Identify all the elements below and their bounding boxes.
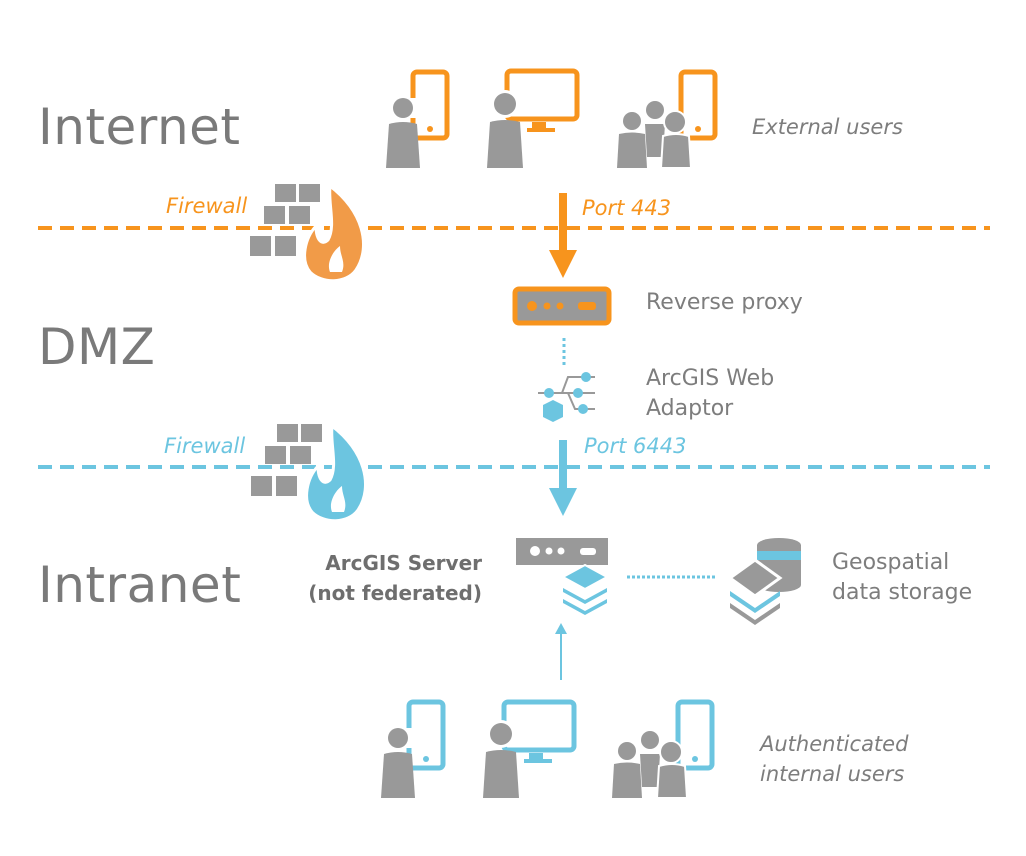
storage-label-line1: Geospatial	[832, 550, 950, 575]
arcgis-server-label-line2: (not federated)	[308, 581, 482, 605]
web-adaptor-label-line2: Adaptor	[646, 396, 734, 421]
internal-users-label-line2: internal users	[760, 762, 905, 786]
external-desktop-user-icon	[487, 68, 580, 168]
external-mobile-user-icon	[386, 69, 450, 168]
firewall-external-icon	[250, 183, 365, 283]
internal-users-label-line1: Authenticated	[760, 732, 909, 756]
web-adaptor-icon	[538, 372, 595, 422]
external-group-users-icon	[617, 69, 718, 169]
arcgis-server-icon	[516, 538, 610, 615]
web-adaptor-label-line1: ArcGIS Web	[646, 366, 775, 391]
external-users-label: External users	[752, 115, 903, 139]
port-443-label: Port 443	[582, 196, 672, 220]
firewall-internal-label: Firewall	[164, 434, 246, 458]
reverse-proxy-icon	[512, 286, 612, 326]
internal-mobile-user-icon	[381, 699, 446, 798]
firewall-internal-icon	[251, 423, 367, 523]
port-443-arrow	[549, 193, 577, 278]
geospatial-storage-icon	[727, 538, 801, 625]
arcgis-server-label-line1: ArcGIS Server	[325, 551, 482, 575]
port-6443-arrow	[549, 440, 577, 516]
reverse-proxy-label: Reverse proxy	[646, 290, 803, 315]
internal-group-users-icon	[612, 699, 715, 799]
internal-users-arrow	[555, 623, 567, 680]
firewall-external-label: Firewall	[166, 194, 248, 218]
storage-label-line2: data storage	[832, 580, 973, 605]
port-6443-label: Port 6443	[584, 434, 687, 458]
internal-desktop-user-icon	[483, 699, 577, 798]
